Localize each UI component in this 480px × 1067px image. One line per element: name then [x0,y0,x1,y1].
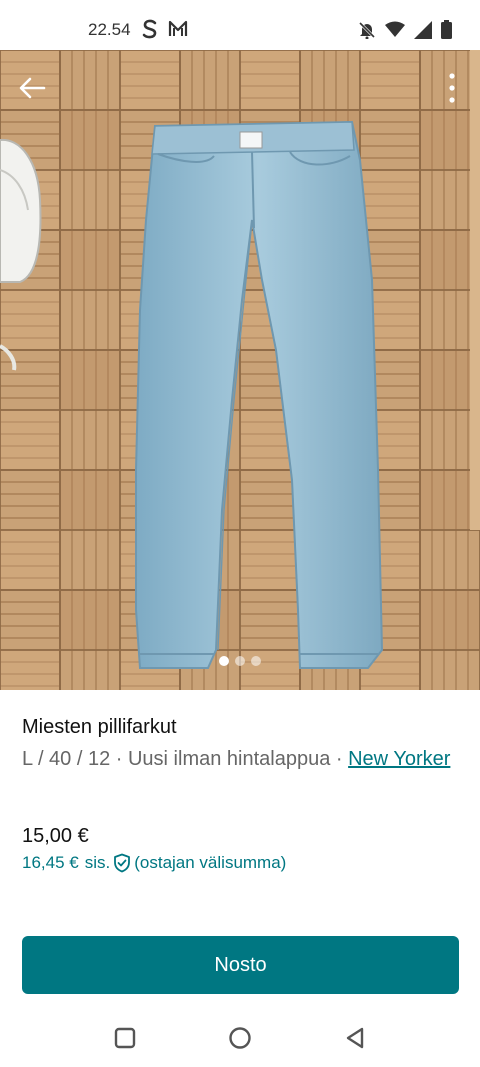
gallery-dot-2[interactable] [235,656,245,666]
item-title: Miesten pillifarkut [22,716,177,738]
buyer-price-row[interactable]: 16,45 € sis. (ostajan välisumma) [22,853,286,873]
status-bar: 22.54 [0,0,480,50]
buyer-price-suffix: sis. [84,853,111,872]
mute-icon [358,21,376,39]
back-triangle-icon[interactable] [342,1025,368,1051]
gallery-pagination [0,656,480,666]
gallery-dot-3[interactable] [251,656,261,666]
recent-apps-icon[interactable] [112,1025,138,1051]
home-icon[interactable] [227,1025,253,1051]
buyer-price-note: (ostajan välisumma) [134,853,287,872]
gallery-dot-1[interactable] [219,656,229,666]
mail-icon [168,20,188,36]
status-left-icons [142,19,188,39]
item-price: 15,00 € [22,825,89,847]
back-arrow-icon[interactable] [16,72,48,104]
more-options-icon[interactable] [444,70,460,106]
wifi-icon [385,21,405,37]
buyer-protection-shield-icon [114,853,131,873]
brand-link[interactable]: New Yorker [348,748,450,770]
s-app-icon [142,19,157,39]
system-navigation-bar [0,1010,480,1067]
status-right-icons [358,20,452,39]
signal-icon [414,20,432,39]
status-time: 22.54 [88,20,131,39]
buy-button[interactable]: Nosto [22,936,459,994]
buyer-price-amount: 16,45 € [22,853,79,872]
product-photo[interactable] [0,50,480,690]
item-meta: L / 40 / 12 · Uusi ilman hintalappua · N… [22,745,462,774]
jeans-photo-image [0,50,480,690]
item-meta-text: L / 40 / 12 · Uusi ilman hintalappua · [22,748,349,770]
battery-icon [441,20,452,39]
